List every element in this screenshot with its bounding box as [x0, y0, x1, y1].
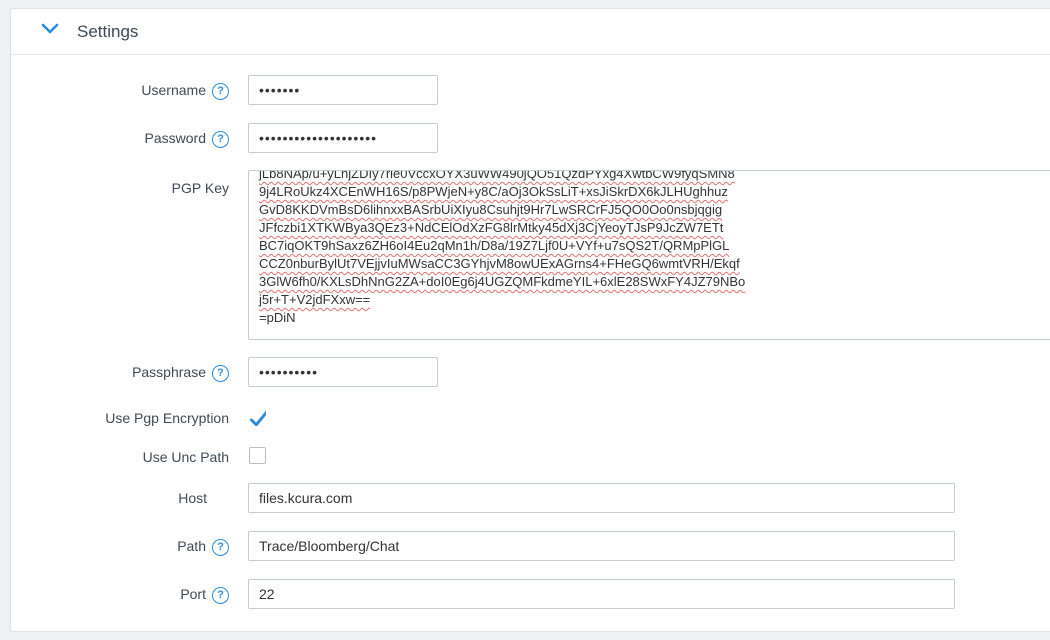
port-field[interactable] [248, 579, 955, 609]
panel-title: Settings [77, 22, 139, 41]
help-icon[interactable]: ? [212, 586, 229, 604]
pgp-key-line: GvD8KKDVmBsD6lihnxxBASrbUiXIyu8Csuhjt9Hr… [259, 202, 723, 217]
path-field[interactable] [248, 531, 955, 561]
pgp-key-textarea[interactable]: jLb8NAp/u+yLhjZDIy7rie0VccxOYX3uWW490jQO… [248, 170, 1050, 340]
path-label: Path? [177, 538, 229, 556]
panel-header[interactable]: Settings [11, 9, 1050, 55]
password-field[interactable] [248, 123, 438, 153]
host-field[interactable] [248, 483, 955, 513]
help-icon[interactable]: ? [212, 538, 229, 556]
username-label: Username? [141, 82, 229, 100]
pgp-key-line: 3GlW6fh0/KXLsDhNnG2ZA+doI0Eg6j4UGZQMFkdm… [259, 274, 746, 289]
port-label: Port? [180, 586, 229, 604]
pgp-key-line: BC7iqOKT9hSaxz6ZH6oI4Eu2qMn1h/D8a/19Z7Lj… [259, 238, 730, 253]
help-icon[interactable]: ? [212, 130, 229, 148]
passphrase-label: Passphrase? [132, 364, 229, 382]
pgp-key-line: JFfczbi1XTKWBya3QEz3+NdCElOdXzFG8lrMtky4… [259, 220, 724, 235]
chevron-down-icon[interactable] [41, 22, 59, 36]
pgp-key-line: 9j4LRoUkz4XCEnWH16S/p8PWjeN+y8C/aOj3OkSs… [259, 184, 728, 199]
password-label: Password? [145, 130, 229, 148]
host-label: Host [178, 490, 207, 506]
pgp-key-label: PGP Key [171, 180, 229, 196]
pgp-key-line: j5r+T+V2jdFXxw== [259, 292, 371, 307]
use-pgp-checkbox[interactable] [249, 409, 266, 426]
pgp-key-text: jLb8NAp/u+yLhjZDIy7rie0VccxOYX3uWW490jQO… [259, 170, 1050, 327]
passphrase-field[interactable] [248, 357, 438, 387]
help-icon[interactable]: ? [212, 364, 229, 382]
pgp-key-line: jLb8NAp/u+yLhjZDIy7rie0VccxOYX3uWW490jQO… [259, 170, 735, 181]
checkmark-icon [249, 410, 266, 426]
settings-panel: Settings Username? Password? PGP Key jLb… [10, 8, 1050, 632]
use-unc-label: Use Unc Path [142, 449, 229, 465]
help-icon[interactable]: ? [212, 82, 229, 100]
username-field[interactable] [248, 75, 438, 105]
pgp-key-line: CCZ0nburBylUt7VEjjvIuMWsaCC3GYhjvM8owUEx… [259, 256, 740, 271]
use-unc-checkbox[interactable] [249, 447, 266, 464]
pgp-key-line: =pDiN [259, 310, 296, 325]
use-pgp-label: Use Pgp Encryption [105, 410, 229, 426]
